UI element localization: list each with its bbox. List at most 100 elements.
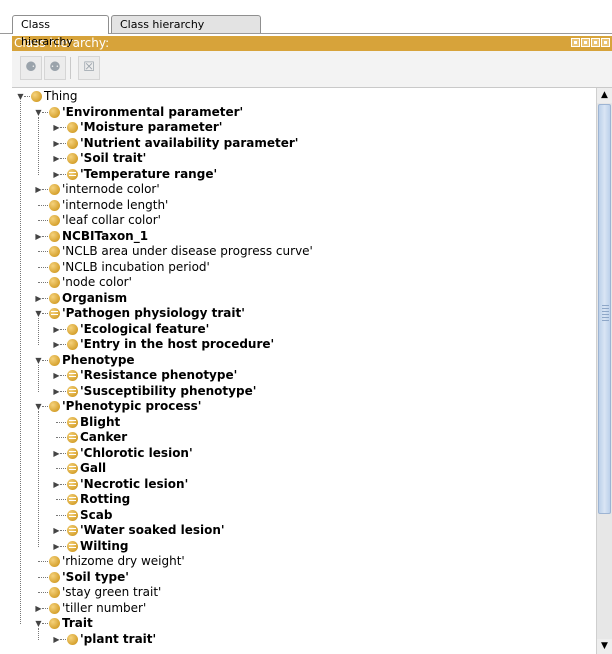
tree-node[interactable]: ▶ 'Water soaked lesion' bbox=[12, 523, 592, 538]
tree-node[interactable]: ▶ 'Chlorotic lesion' bbox=[12, 446, 592, 461]
panel-title-bar: Class hierarchy: bbox=[12, 36, 612, 51]
tree-node-label: 'Entry in the host procedure' bbox=[80, 337, 275, 351]
tree-node[interactable]: ▶'tiller number' bbox=[12, 601, 592, 616]
defined-class-icon bbox=[67, 168, 78, 180]
scroll-down-icon[interactable]: ▼ bbox=[597, 639, 612, 654]
defined-class-icon bbox=[49, 308, 60, 319]
tab-class-hierarchy[interactable]: Class hierarchy bbox=[12, 15, 109, 48]
tree-node[interactable]: Blight bbox=[12, 415, 592, 430]
tree-node-label: NCBITaxon_1 bbox=[62, 228, 149, 243]
defined-class-icon bbox=[67, 540, 78, 552]
tree-node[interactable]: ▶ 'Susceptibility phenotype' bbox=[12, 384, 592, 399]
delete-class-icon: ☒ bbox=[83, 60, 95, 75]
class-icon bbox=[49, 246, 60, 257]
defined-class-icon bbox=[67, 370, 78, 381]
scroll-up-icon[interactable]: ▲ bbox=[597, 88, 612, 103]
tree-node-label: 'tiller number' bbox=[62, 600, 147, 615]
tree-node[interactable]: 'NCLB area under disease progress curve' bbox=[12, 244, 592, 259]
class-icon bbox=[49, 618, 60, 629]
class-hierarchy-tree[interactable]: ▼ Thing ▼ 'Environmental parameter' ▶ 'Moistu… bbox=[12, 88, 596, 654]
tree-node[interactable]: ▼ 'Pathogen physiology trait' bbox=[12, 306, 592, 321]
tree-node[interactable]: ▶ 'Resistance phenotype' bbox=[12, 368, 592, 383]
tree-node-label: Canker bbox=[80, 430, 128, 444]
add-sibling-class-button[interactable]: ⚉ bbox=[44, 56, 66, 80]
tree-node[interactable]: ▶ 'Ecological feature' bbox=[12, 322, 592, 337]
tree-node[interactable]: 'node color' bbox=[12, 275, 592, 290]
tree-node[interactable]: ▶ 'Soil trait' bbox=[12, 151, 592, 166]
defined-class-icon bbox=[67, 525, 78, 536]
tree-node[interactable]: ▼ Trait bbox=[12, 616, 592, 631]
tree-node-label: 'NCLB incubation period' bbox=[62, 259, 210, 274]
tab-bar: Class hierarchy Class hierarchy (inferre… bbox=[0, 0, 612, 48]
tree-node-label: 'Pathogen physiology trait' bbox=[62, 306, 245, 320]
class-icon bbox=[49, 602, 60, 614]
tree-node[interactable]: ▶ 'Entry in the host procedure' bbox=[12, 337, 592, 352]
tree-node-label: 'Nutrient availability parameter' bbox=[80, 135, 299, 150]
tree-node-label: Trait bbox=[62, 616, 93, 630]
class-icon bbox=[49, 587, 60, 598]
close-view-icon[interactable] bbox=[601, 38, 610, 47]
tree-node-label: 'Moisture parameter' bbox=[80, 120, 223, 134]
tree-node[interactable]: 'stay green trait' bbox=[12, 585, 592, 600]
defined-class-icon bbox=[67, 463, 78, 474]
delete-class-button[interactable]: ☒ bbox=[78, 56, 100, 80]
defined-class-icon bbox=[67, 385, 78, 397]
tree-node[interactable]: 'Soil type' bbox=[12, 570, 592, 585]
tree-node[interactable]: ▼ 'Phenotypic process' bbox=[12, 399, 592, 414]
tree-node[interactable]: ▶'internode color' bbox=[12, 182, 592, 197]
class-icon bbox=[67, 137, 78, 149]
defined-class-icon bbox=[67, 478, 78, 490]
tree-node[interactable]: 'internode length' bbox=[12, 198, 592, 213]
tree-node-label: Scab bbox=[80, 507, 113, 522]
tree-node-label: 'Ecological feature' bbox=[80, 321, 210, 336]
vertical-scrollbar[interactable]: ▲ ▼ bbox=[596, 88, 612, 654]
tree-node[interactable]: 'NCLB incubation period' bbox=[12, 260, 592, 275]
tree-node-label: 'rhizome dry weight' bbox=[62, 554, 185, 568]
tree-node-label: Gall bbox=[80, 461, 107, 475]
class-icon bbox=[67, 339, 78, 350]
defined-class-icon bbox=[67, 509, 78, 521]
class-icon bbox=[67, 153, 78, 164]
class-icon bbox=[67, 122, 78, 133]
tree-node-label: 'Phenotypic process' bbox=[62, 399, 202, 413]
tree-node-label: 'node color' bbox=[62, 275, 132, 289]
tree-node-label: 'stay green trait' bbox=[62, 585, 162, 599]
tree-node[interactable]: Rotting bbox=[12, 492, 592, 507]
tree-node[interactable]: ▼ 'Environmental parameter' bbox=[12, 105, 592, 120]
tree-node[interactable]: Canker bbox=[12, 430, 592, 445]
class-icon bbox=[49, 184, 60, 195]
tree-node[interactable]: ▶ Wilting bbox=[12, 539, 592, 554]
class-icon bbox=[49, 556, 60, 567]
tree-node[interactable]: ▶ 'Moisture parameter' bbox=[12, 120, 592, 135]
tree-node-label: 'internode color' bbox=[62, 182, 160, 196]
tree-node[interactable]: ▶'plant trait' bbox=[12, 632, 592, 647]
tree-node-label: 'Necrotic lesion' bbox=[80, 476, 189, 491]
tree-node[interactable]: Gall bbox=[12, 461, 592, 476]
add-subclass-button[interactable]: ⚈ bbox=[20, 56, 42, 80]
tree-node[interactable]: 'leaf collar color' bbox=[12, 213, 592, 228]
tree-node[interactable]: ▶ NCBITaxon_1 bbox=[12, 229, 592, 244]
tree-node-label: 'Soil type' bbox=[62, 569, 129, 584]
class-icon bbox=[49, 571, 60, 583]
tree-node[interactable]: ▼ Thing bbox=[12, 89, 592, 104]
tree-node[interactable]: ▶ 'Temperature range' bbox=[12, 167, 592, 182]
tree-node[interactable]: ▶ 'Necrotic lesion' bbox=[12, 477, 592, 492]
add-sibling-class-icon: ⚉ bbox=[49, 60, 61, 75]
tree-node-label: 'Environmental parameter' bbox=[62, 104, 244, 119]
tree-node-label: Organism bbox=[62, 290, 128, 305]
scrollbar-thumb[interactable] bbox=[598, 104, 611, 514]
class-icon bbox=[49, 106, 60, 118]
tree-node[interactable]: ▶ Organism bbox=[12, 291, 592, 306]
tree-node[interactable]: Scab bbox=[12, 508, 592, 523]
tree-node[interactable]: ▶ 'Nutrient availability parameter' bbox=[12, 136, 592, 151]
class-icon bbox=[49, 215, 60, 226]
class-icon bbox=[67, 633, 78, 645]
tree-node[interactable]: ▼ Phenotype bbox=[12, 353, 592, 368]
float-view-icon[interactable] bbox=[571, 38, 580, 47]
class-icon bbox=[49, 230, 60, 242]
tab-class-hierarchy-inferred[interactable]: Class hierarchy (inferred) bbox=[111, 15, 261, 48]
split-view-icon[interactable] bbox=[581, 38, 590, 47]
maximize-view-icon[interactable] bbox=[591, 38, 600, 47]
class-icon bbox=[49, 261, 60, 273]
tree-node[interactable]: 'rhizome dry weight' bbox=[12, 554, 592, 569]
